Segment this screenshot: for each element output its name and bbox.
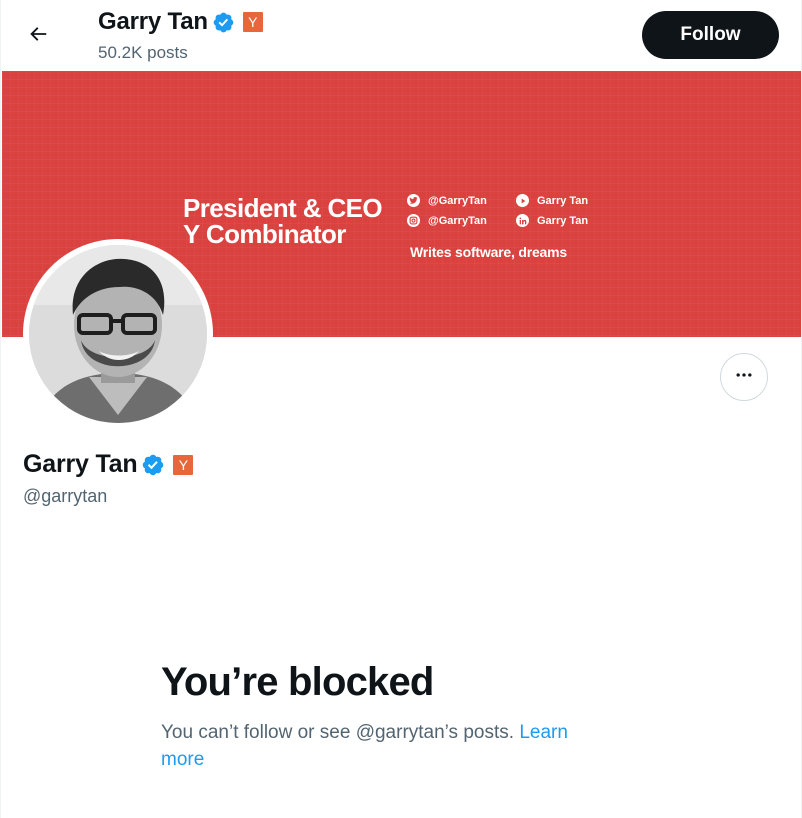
profile-name: Garry Tan: [23, 450, 138, 478]
instagram-icon: [407, 214, 420, 227]
banner-title: President & CEO Y Combinator: [183, 193, 383, 249]
banner-social-youtube: Garry Tan: [516, 194, 588, 207]
more-horizontal-icon: [734, 365, 754, 390]
linkedin-icon: [516, 214, 529, 227]
twitter-icon: [407, 194, 420, 207]
youtube-icon: [516, 194, 529, 207]
banner-social-linkedin: Garry Tan: [516, 214, 588, 227]
posts-count: 50.2K posts: [98, 43, 188, 62]
banner-social-label: Garry Tan: [537, 214, 589, 227]
verified-badge-icon: [212, 11, 235, 34]
banner-social-instagram: @GarryTan: [407, 214, 487, 227]
top-header: Garry Tan Y 50.2K posts Follow: [1, 0, 801, 71]
blocked-title: You’re blocked: [161, 660, 434, 704]
avatar-photo: [29, 245, 207, 423]
blocked-message: You can’t follow or see @garrytan’s post…: [161, 719, 611, 773]
banner-social-twitter: @GarryTan: [407, 194, 487, 207]
banner-social-label: @GarryTan: [428, 194, 487, 207]
header-title: Garry Tan Y: [98, 8, 263, 36]
more-options-button[interactable]: [720, 353, 768, 401]
arrow-left-icon: [27, 23, 49, 50]
banner-social-label: Garry Tan: [537, 194, 589, 207]
profile-avatar[interactable]: [23, 239, 213, 429]
blocked-message-text: You can’t follow or see @garrytan’s post…: [161, 722, 515, 743]
profile-name-row: Garry Tan Y: [23, 450, 194, 479]
back-button[interactable]: [18, 16, 58, 56]
banner-social-label: @GarryTan: [428, 214, 487, 227]
profile-page: Garry Tan Y 50.2K posts Follow President…: [0, 0, 802, 818]
header-name: Garry Tan: [98, 8, 208, 35]
yc-affiliate-badge[interactable]: Y: [242, 12, 263, 32]
banner-title-line1: President & CEO: [183, 193, 383, 223]
verified-badge-icon[interactable]: [141, 453, 165, 477]
banner-tagline: Writes software, dreams: [410, 244, 567, 260]
yc-affiliate-badge[interactable]: Y: [173, 454, 194, 475]
follow-button[interactable]: Follow: [642, 11, 779, 59]
banner-title-line2: Y Combinator: [183, 219, 346, 249]
profile-handle: @garrytan: [23, 486, 108, 506]
